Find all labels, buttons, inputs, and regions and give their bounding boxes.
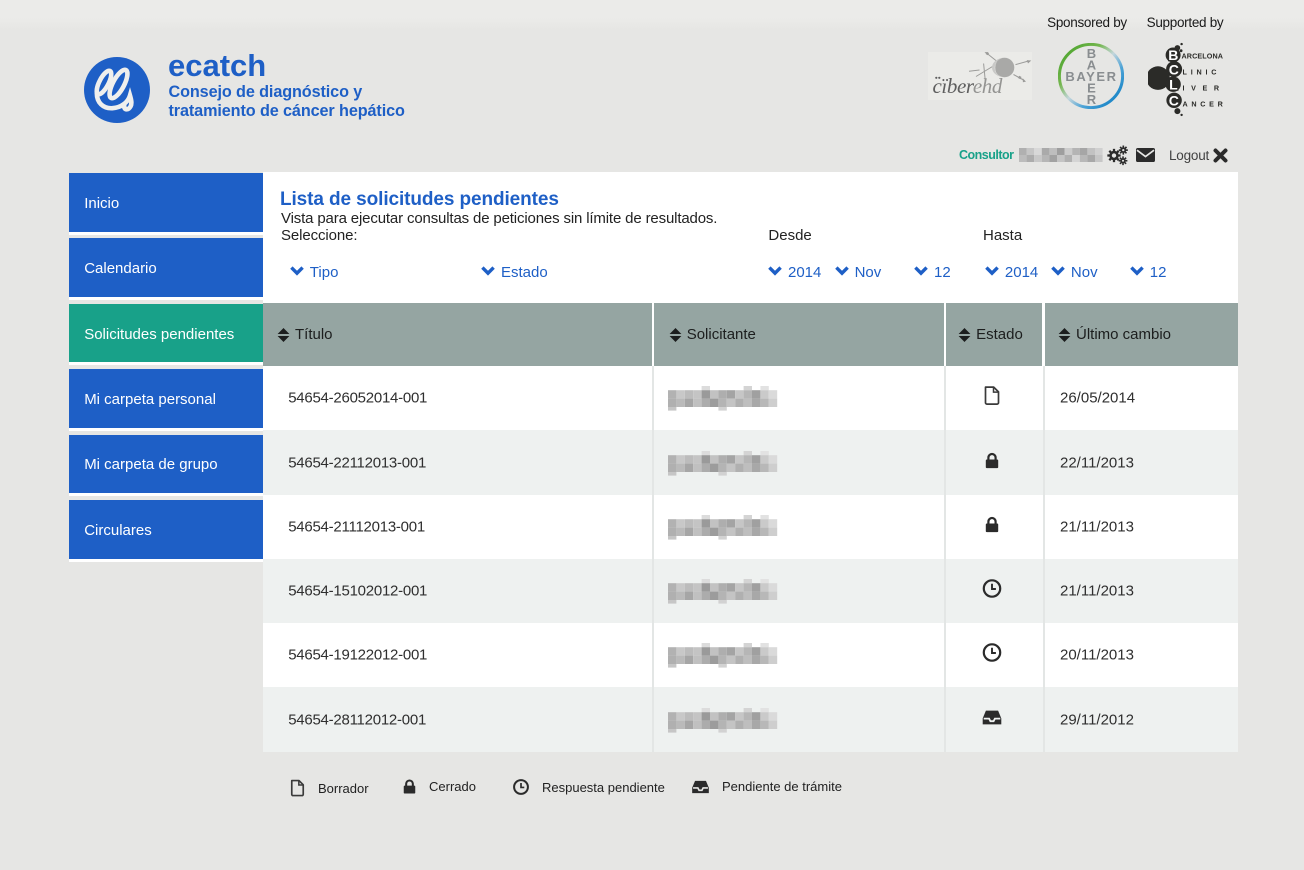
svg-text:ANCER: ANCER	[1183, 100, 1227, 109]
svg-text:LINIC: LINIC	[1183, 68, 1221, 77]
svg-text:C: C	[1169, 93, 1179, 109]
svg-text:cïberehd: cïberehd	[933, 74, 1003, 98]
svg-text:R: R	[1087, 92, 1097, 107]
svg-text:C: C	[1169, 61, 1179, 77]
svg-text:IVER: IVER	[1183, 84, 1226, 93]
svg-text:L: L	[1169, 77, 1178, 93]
svg-text:ARCELONA: ARCELONA	[1182, 52, 1224, 61]
